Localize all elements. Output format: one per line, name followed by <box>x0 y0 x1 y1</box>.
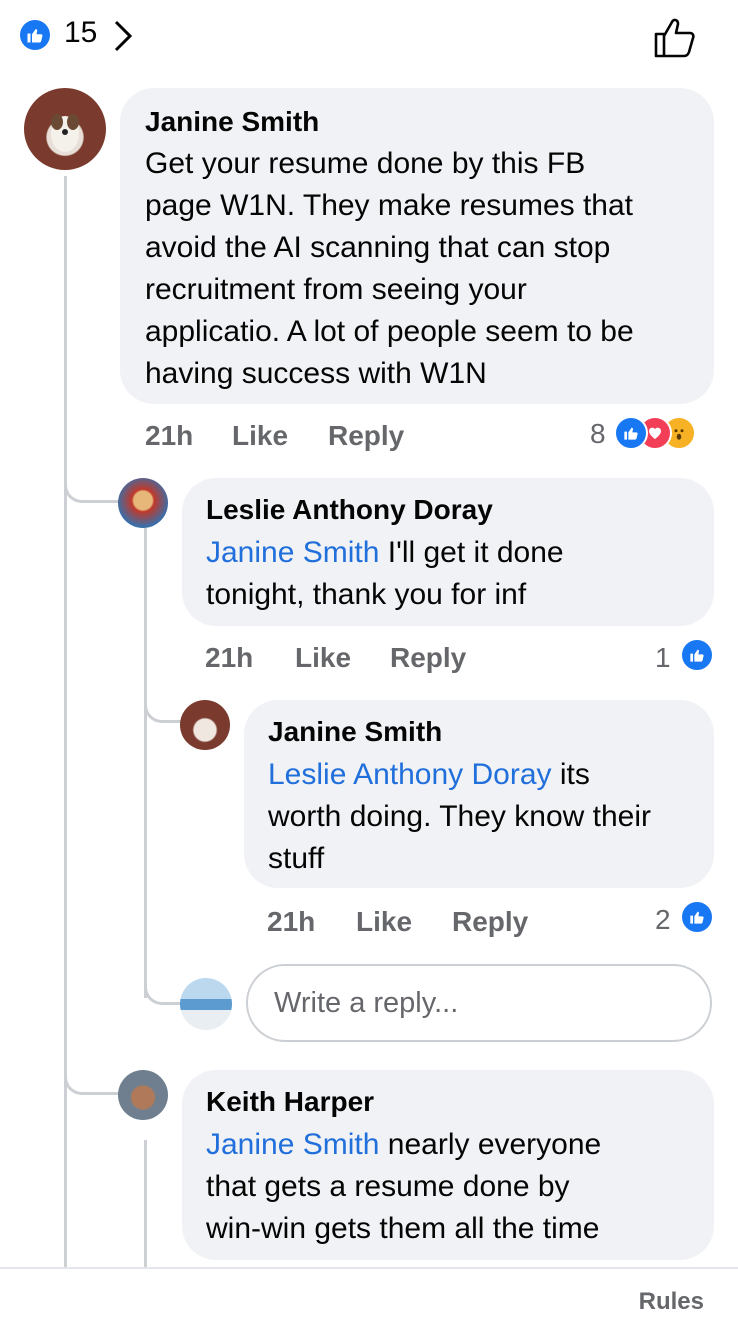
mention-link[interactable]: Leslie Anthony Doray <box>268 758 552 791</box>
reaction-count[interactable]: 2 <box>655 904 671 936</box>
comment-author[interactable]: Janine Smith <box>268 716 442 748</box>
comment-author[interactable]: Janine Smith <box>145 106 319 138</box>
avatar[interactable] <box>118 478 168 528</box>
comment-time: 21h <box>205 642 254 673</box>
thread-line <box>144 528 147 998</box>
like-icon[interactable] <box>680 638 714 672</box>
reactions-summary-bar: 15 <box>0 0 738 80</box>
like-icon[interactable] <box>680 900 714 934</box>
comment-text: Leslie Anthony Doray its worth doing. Th… <box>268 758 651 875</box>
comment-time: 21h <box>145 420 194 451</box>
reply-bubble: Leslie Anthony Doray Janine Smith I'll g… <box>182 478 714 626</box>
like-button[interactable]: Like <box>232 420 288 452</box>
rules-link[interactable]: Rules <box>639 1288 704 1316</box>
comment-text: Get your resume done by this FB page W1N… <box>145 147 634 390</box>
reaction-count[interactable]: 8 <box>590 418 606 450</box>
mention-link[interactable]: Janine Smith <box>206 536 379 569</box>
avatar[interactable] <box>180 700 230 750</box>
reply-button[interactable]: Reply <box>328 420 404 452</box>
like-count[interactable]: 15 <box>64 16 97 50</box>
chevron-right-icon[interactable] <box>112 18 136 54</box>
thread-line <box>144 1140 147 1267</box>
like-icon <box>20 20 50 50</box>
reply-button[interactable]: Reply <box>390 642 466 674</box>
avatar[interactable] <box>118 1070 168 1120</box>
comment-author[interactable]: Leslie Anthony Doray <box>206 494 493 526</box>
comment-text: Janine Smith I'll get it done tonight, t… <box>206 536 564 611</box>
comment-text: Janine Smith nearly everyone that gets a… <box>206 1128 602 1245</box>
like-button[interactable]: Like <box>295 642 351 674</box>
footer-bar: Rules <box>0 1267 738 1329</box>
thread-line <box>64 176 67 1267</box>
mention-link[interactable]: Janine Smith <box>206 1128 379 1161</box>
current-user-avatar <box>180 978 232 1030</box>
like-button[interactable]: Like <box>356 906 412 938</box>
reaction-count[interactable]: 1 <box>655 642 671 674</box>
like-icon <box>614 416 648 450</box>
thread-connector <box>64 470 123 503</box>
reply-bubble: Janine Smith Leslie Anthony Doray its wo… <box>244 700 714 888</box>
comment-time: 21h <box>267 906 316 937</box>
reply-input[interactable] <box>272 986 696 1021</box>
avatar[interactable] <box>24 88 106 170</box>
thread-connector <box>64 1062 123 1095</box>
comment-bubble: Janine Smith Get your resume done by thi… <box>120 88 714 404</box>
reactions-group[interactable] <box>614 416 718 450</box>
thread-connector <box>144 972 183 1005</box>
reply-bubble: Keith Harper Janine Smith nearly everyon… <box>182 1070 714 1260</box>
reply-button[interactable]: Reply <box>452 906 528 938</box>
thread-connector <box>144 690 183 723</box>
comment-author[interactable]: Keith Harper <box>206 1086 374 1118</box>
thumbs-up-outline-icon[interactable] <box>652 14 698 60</box>
reply-input-container[interactable] <box>246 964 712 1042</box>
